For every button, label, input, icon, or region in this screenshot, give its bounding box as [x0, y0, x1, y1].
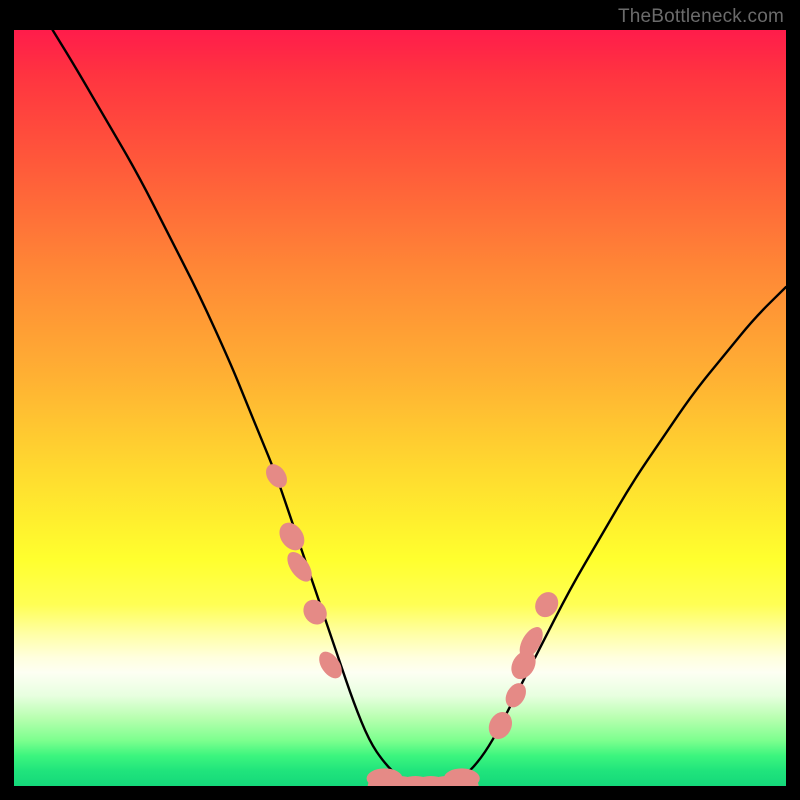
- curve-layer: [53, 30, 786, 786]
- marker-point: [444, 768, 480, 786]
- chart-frame: TheBottleneck.com: [0, 0, 800, 800]
- marker-point: [502, 680, 531, 712]
- marker-point: [485, 708, 517, 743]
- marker-point: [262, 460, 292, 492]
- plot-area: [14, 30, 786, 786]
- markers-layer: [262, 460, 563, 786]
- chart-svg: [14, 30, 786, 786]
- watermark-text: TheBottleneck.com: [618, 6, 784, 28]
- marker-point: [531, 588, 563, 622]
- marker-point: [274, 518, 309, 555]
- bottleneck-curve: [53, 30, 786, 786]
